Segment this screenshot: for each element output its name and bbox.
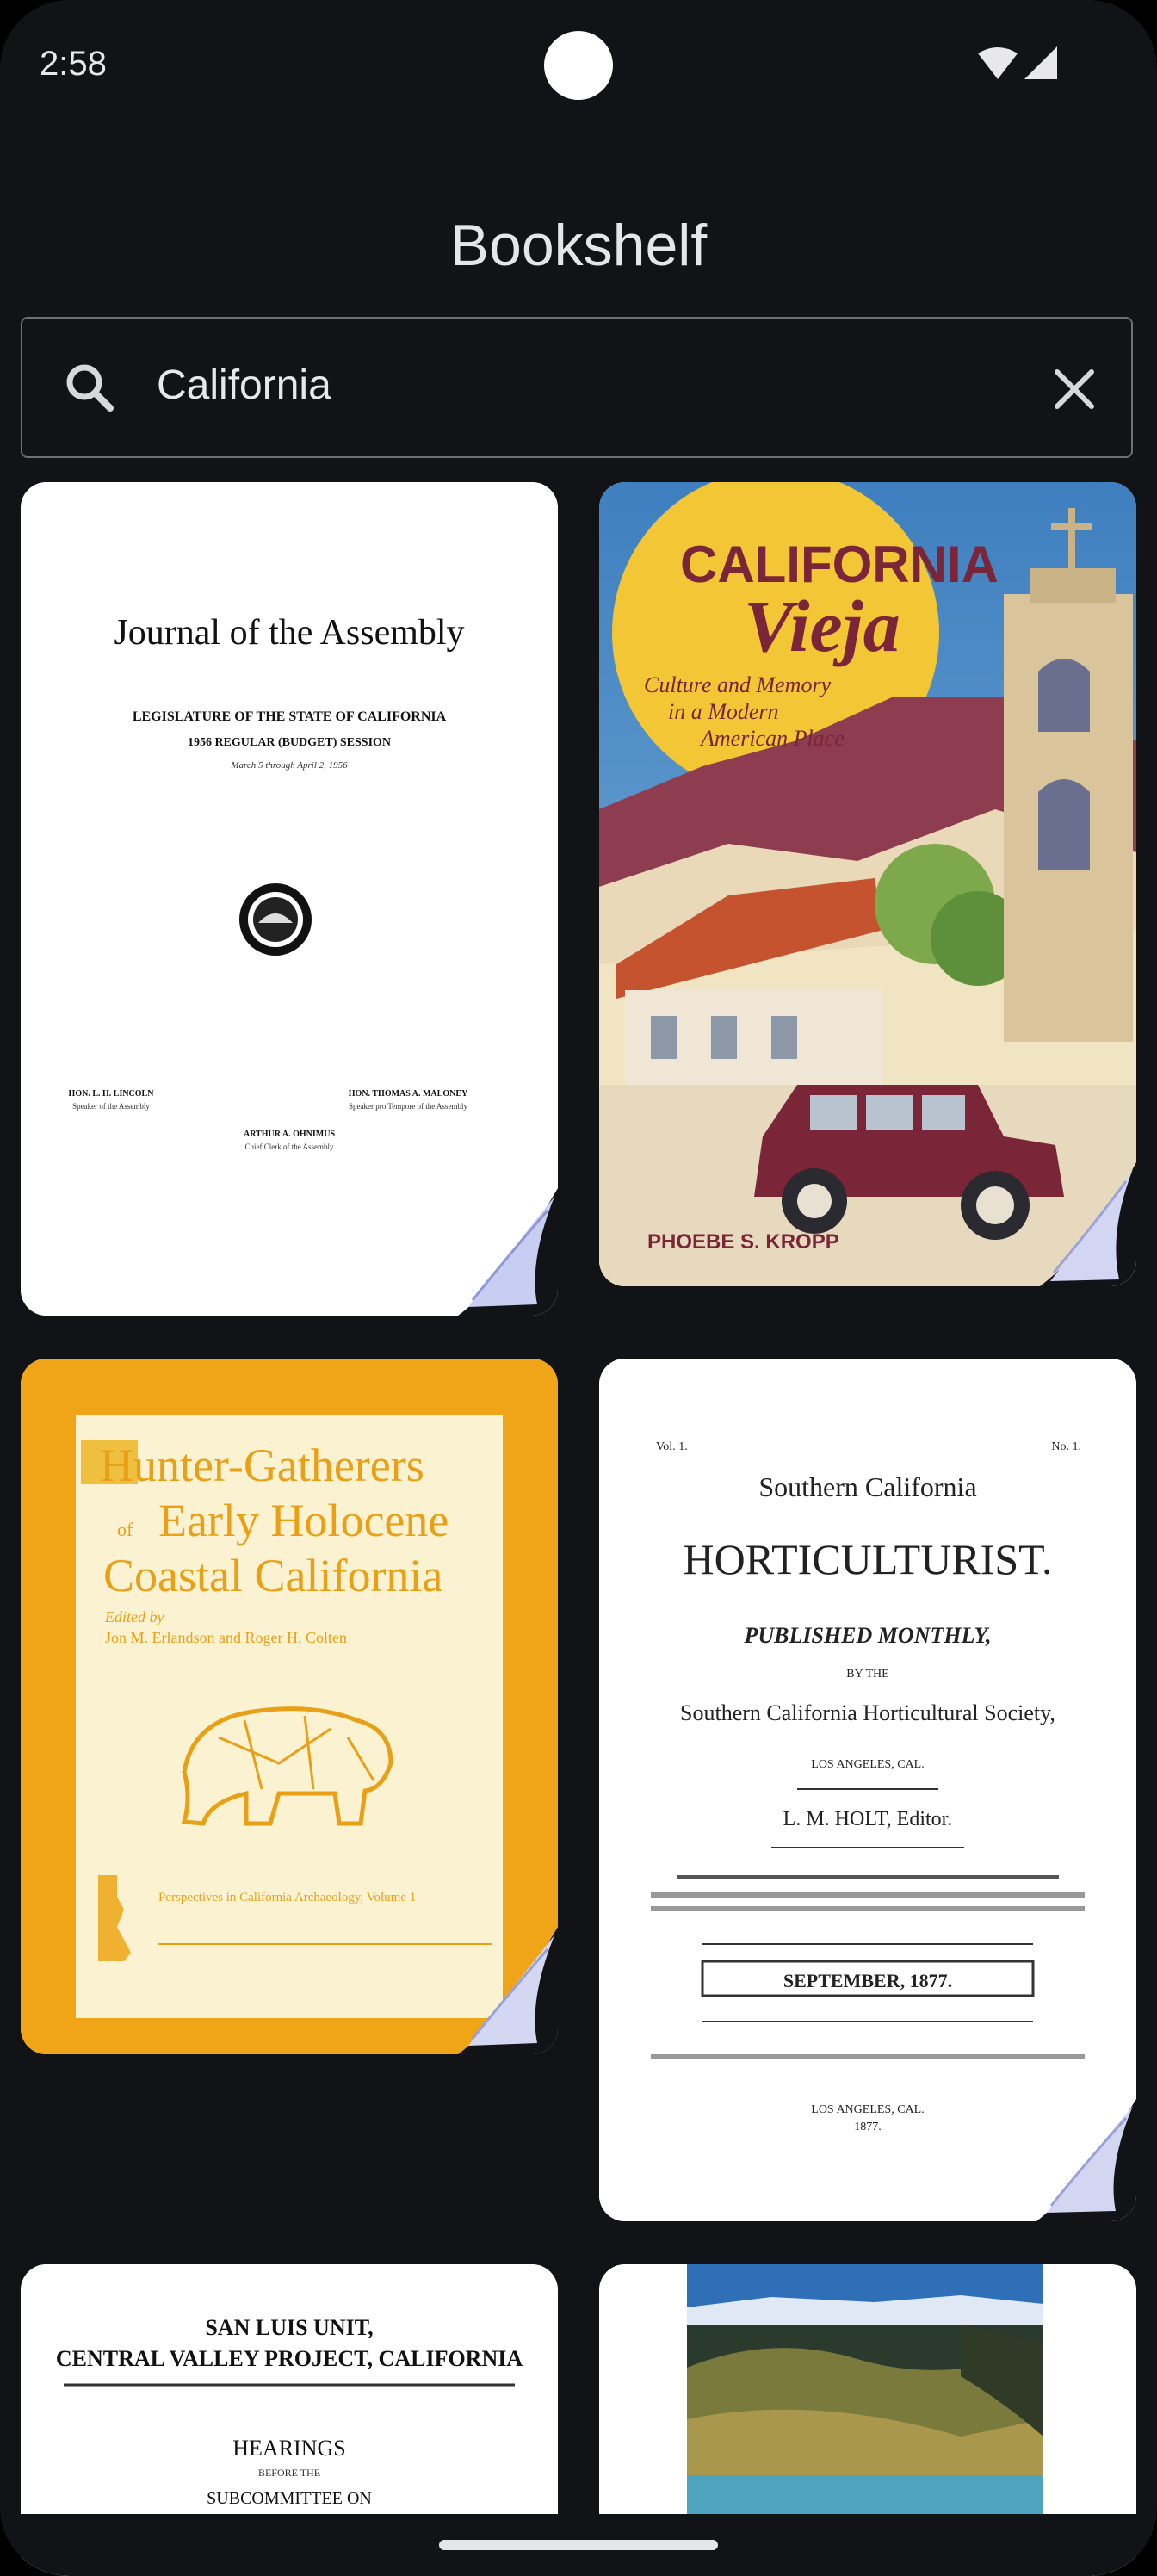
- status-icons: [978, 46, 1057, 79]
- cover-title: SAN LUIS UNIT,: [205, 2315, 373, 2340]
- page-title: Bookshelf: [449, 212, 708, 278]
- cover-text: Southern California Horticultural Societ…: [680, 1700, 1055, 1725]
- cover-text: No. 1.: [1051, 1440, 1081, 1453]
- cover-title: Hunter-Gatherers: [100, 1440, 424, 1491]
- cover-text: HON. L. H. LINCOLN: [69, 1089, 155, 1099]
- search-input[interactable]: California: [157, 362, 331, 409]
- cover-text: Vol. 1.: [656, 1440, 688, 1453]
- home-gesture-handle[interactable]: [439, 2540, 718, 2550]
- cover-text: Edited by: [104, 1608, 164, 1625]
- book-cover: Journal of the Assembly LEGISLATURE OF T…: [21, 482, 558, 1316]
- cover-text: American Place: [699, 726, 845, 751]
- cover-text: of: [117, 1519, 133, 1540]
- book-card[interactable]: Vol. 1. No. 1. Southern California HORTI…: [599, 1359, 1136, 2221]
- cover-text: LOS ANGELES, CAL.: [811, 2103, 924, 2116]
- cover-author: PHOEBE S. KROPP: [647, 1230, 839, 1254]
- state-seal-icon: [239, 883, 312, 956]
- close-icon[interactable]: [1040, 355, 1109, 424]
- app-screen: 2:58 Bookshelf California Journal of the…: [0, 0, 1157, 2576]
- book-cover: CALIFORNIA Vieja Culture and Memory in a…: [599, 482, 1136, 1286]
- wifi-icon: [978, 47, 1018, 79]
- cover-text: L. M. HOLT, Editor.: [783, 1808, 953, 1830]
- cover-text: LEGISLATURE OF THE STATE OF CALIFORNIA: [133, 709, 447, 724]
- book-card[interactable]: CALIFORNIA Vieja Culture and Memory in a…: [599, 482, 1136, 1286]
- cover-title: Journal of the Assembly: [114, 613, 464, 653]
- cover-title: Vieja: [744, 585, 900, 667]
- cover-text: Perspectives in California Archaeology, …: [158, 1891, 416, 1904]
- status-time: 2:58: [40, 45, 107, 83]
- cover-text: Speaker pro Tempore of the Assembly: [349, 1102, 467, 1111]
- cover-title: Early Holocene: [158, 1495, 449, 1546]
- cover-text: Southern California: [758, 1471, 976, 1502]
- cover-text: SUBCOMMITTEE ON: [207, 2489, 372, 2508]
- cover-text: BEFORE THE: [258, 2467, 320, 2479]
- cover-text: in a Modern: [668, 699, 779, 724]
- search-icon[interactable]: [57, 355, 126, 424]
- book-card[interactable]: Hunter-Gatherers of Early Holocene Coast…: [21, 1359, 558, 2054]
- cover-text: March 5 through April 2, 1956: [230, 760, 348, 771]
- cover-text: 1877.: [854, 2121, 882, 2133]
- cover-text: Speaker of the Assembly: [72, 1102, 150, 1111]
- book-cover: Vol. 1. No. 1. Southern California HORTI…: [599, 1359, 1136, 2221]
- signal-icon: [1024, 46, 1057, 79]
- cover-title: HORTICULTURIST.: [684, 1535, 1053, 1583]
- cover-text: SEPTEMBER, 1877.: [783, 1970, 952, 1991]
- cover-text: HON. THOMAS A. MALONEY: [349, 1089, 468, 1099]
- cover-text: Culture and Memory: [644, 672, 832, 697]
- status-bar: 2:58: [0, 0, 1157, 129]
- book-card[interactable]: Journal of the Assembly LEGISLATURE OF T…: [21, 482, 558, 1316]
- cover-text: 1956 REGULAR (BUDGET) SESSION: [188, 736, 391, 749]
- cover-text: LOS ANGELES, CAL.: [811, 1758, 924, 1771]
- cover-title: CENTRAL VALLEY PROJECT, CALIFORNIA: [56, 2346, 523, 2371]
- cover-text: Chief Clerk of the Assembly: [245, 1142, 334, 1151]
- cover-text: Jon M. Erlandson and Roger H. Colten: [105, 1629, 347, 1646]
- search-field[interactable]: California: [21, 317, 1133, 458]
- cover-text: ARTHUR A. OHNIMUS: [244, 1130, 335, 1139]
- cover-title: Coastal California: [103, 1550, 442, 1601]
- book-cover: Hunter-Gatherers of Early Holocene Coast…: [21, 1359, 558, 2054]
- cover-text: HEARINGS: [232, 2436, 345, 2461]
- cover-text: PUBLISHED MONTHLY,: [744, 1623, 992, 1648]
- landscape-photo: [687, 2264, 1043, 2518]
- cover-text: BY THE: [846, 1668, 888, 1681]
- camera-cutout: [544, 31, 613, 100]
